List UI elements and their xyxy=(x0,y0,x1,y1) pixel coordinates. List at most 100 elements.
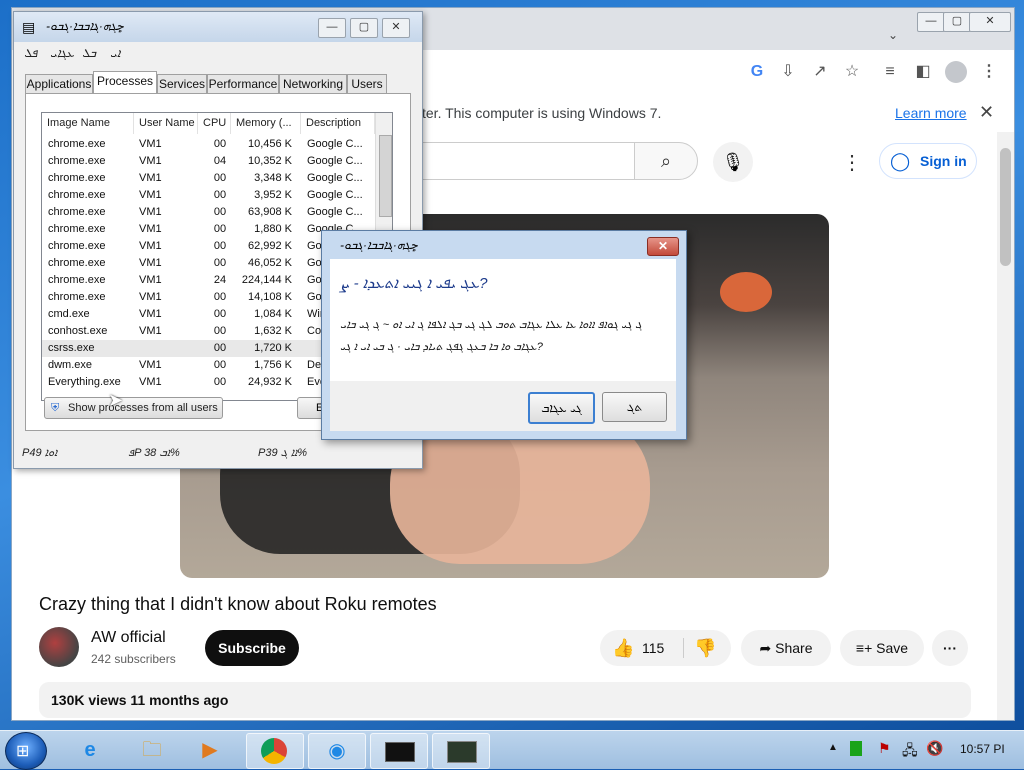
windows-logo-icon: ⊞ xyxy=(16,743,30,760)
tab-applications[interactable]: Applications xyxy=(25,74,93,94)
menu-help[interactable]: ܐܝ xyxy=(110,46,120,61)
start-button[interactable]: ⊞ xyxy=(5,732,47,770)
tab-search-icon[interactable]: ⌄ xyxy=(888,28,898,42)
google-icon[interactable]: G xyxy=(746,61,768,83)
voice-search-button[interactable]: 🎙 xyxy=(713,142,753,182)
cell-cpu: 00 xyxy=(213,257,227,269)
infobar-close-icon[interactable]: ✕ xyxy=(979,102,994,123)
taskbar-explorer-icon[interactable]: 🗀 xyxy=(124,733,180,767)
cell-image-name: chrome.exe xyxy=(48,257,106,269)
menu-file[interactable]: ܦܠ xyxy=(24,46,37,61)
col-user-name[interactable]: User Name xyxy=(134,113,198,134)
sign-in-button[interactable]: ◯ Sign in xyxy=(879,143,977,179)
process-row[interactable]: chrome.exe VM1 04 10,352 K Google C... xyxy=(42,153,375,170)
taskbar-media-player-icon[interactable]: ▶ xyxy=(182,733,238,767)
cell-user-name: VM1 xyxy=(139,274,162,286)
cell-image-name: chrome.exe xyxy=(48,138,106,150)
subscribe-button[interactable]: Subscribe xyxy=(205,630,299,666)
cell-cpu: 00 xyxy=(213,291,227,303)
show-all-processes-button[interactable]: ⛨ Show processes from all users xyxy=(44,397,223,419)
bookmark-star-icon[interactable]: ☆ xyxy=(841,61,863,83)
dialog-message-line2: ܥܓܐܒ ܘܐ ܒܐ ܒܥܓ ܓܦܓ ܬܝܐܕ ܒܐܝ · ܓ ܒܝ ܐܝ ܐ … xyxy=(340,341,543,353)
taskbar-edge-icon[interactable]: ◉ xyxy=(308,733,366,769)
channel-avatar[interactable] xyxy=(39,627,79,667)
menu-options[interactable]: ܥܓܐܝ xyxy=(50,46,74,61)
search-input[interactable] xyxy=(392,142,635,180)
settings-kebab-icon[interactable]: ⋮ xyxy=(842,150,862,175)
cell-user-name: VM1 xyxy=(139,359,162,371)
process-row[interactable]: chrome.exe VM1 00 63,908 K Google C... xyxy=(42,204,375,221)
tm-maximize-button[interactable]: ▢ xyxy=(350,18,378,38)
close-button[interactable]: ✕ xyxy=(969,12,1011,32)
taskbar-ie-icon[interactable]: e xyxy=(62,733,118,767)
col-memory[interactable]: Memory (... xyxy=(231,113,301,134)
infobar-text: ter. This computer is using Windows 7. xyxy=(422,105,662,121)
install-icon[interactable]: ⇩ xyxy=(777,61,799,83)
channel-name[interactable]: AW official xyxy=(91,629,166,647)
dialog-no-button[interactable]: ܬܓ xyxy=(602,392,667,422)
chrome-logo-icon xyxy=(261,738,287,764)
cell-cpu: 00 xyxy=(213,240,227,252)
taskbar-cmd-icon[interactable] xyxy=(370,733,428,769)
tray-expand-icon[interactable]: ▲ xyxy=(828,742,838,753)
share-icon[interactable]: ↗ xyxy=(809,61,831,83)
playlist-add-icon: ≡+ xyxy=(855,640,877,656)
page-scrollbar-thumb[interactable] xyxy=(1000,148,1011,266)
process-row[interactable]: chrome.exe VM1 00 10,456 K Google C... xyxy=(42,136,375,153)
taskbar-chrome-icon[interactable] xyxy=(246,733,304,769)
tray-clock[interactable]: 10:57 PI xyxy=(960,742,1005,756)
menu-view[interactable]: ܒܠ xyxy=(82,46,96,61)
tab-networking[interactable]: Networking xyxy=(279,74,347,94)
tray-battery-icon[interactable] xyxy=(850,741,862,756)
more-actions-button[interactable]: ··· xyxy=(932,630,968,666)
search-button[interactable]: ⌕ xyxy=(634,142,698,180)
minimize-button[interactable]: — xyxy=(917,12,945,32)
save-button[interactable]: ≡+ Save xyxy=(840,630,924,666)
cell-memory: 1,720 K xyxy=(254,342,292,354)
tab-services[interactable]: Services xyxy=(157,74,207,94)
tray-network-icon[interactable]: 🖧 xyxy=(902,740,918,764)
tab-processes[interactable]: Processes xyxy=(93,71,157,94)
process-scrollbar-thumb[interactable] xyxy=(379,135,392,217)
microphone-icon: 🎙 xyxy=(721,152,745,172)
col-image-name[interactable]: Image Name xyxy=(42,113,134,134)
menu-kebab-icon[interactable]: ⋮ xyxy=(978,61,1000,83)
dialog-body: ܥܓ ܝܦܝ ܐ ܓܝܝ ܐܬܥܕܐ - ܨ? ܓ ܓܝ ܓܘܐܦ ܐܐܘܐ ܥ… xyxy=(330,259,676,381)
thumbs-down-icon[interactable]: 👎 xyxy=(694,630,716,666)
tm-minimize-button[interactable]: — xyxy=(318,18,346,38)
tm-close-button[interactable]: ✕ xyxy=(382,18,410,38)
profile-avatar-icon[interactable] xyxy=(945,61,967,83)
dialog-close-button[interactable]: ✕ xyxy=(647,237,679,256)
tab-users[interactable]: Users xyxy=(347,74,387,94)
cell-memory: 224,144 K xyxy=(241,274,292,286)
cell-image-name: conhost.exe xyxy=(48,325,108,337)
taskbar-taskmgr-icon[interactable] xyxy=(432,733,490,769)
cell-memory: 1,880 K xyxy=(254,223,292,235)
col-description[interactable]: Description xyxy=(301,113,375,134)
cell-memory: 1,756 K xyxy=(254,359,292,371)
tray-volume-muted-icon[interactable]: 🔇 xyxy=(926,740,943,757)
views-date: 130K views 11 months ago xyxy=(51,692,229,708)
tab-performance[interactable]: Performance xyxy=(207,74,279,94)
cell-user-name: VM1 xyxy=(139,138,162,150)
like-count[interactable]: 115 xyxy=(642,630,664,666)
status-memory: Pܐܐ ܓ 39% xyxy=(258,447,307,459)
confirm-dialog: -ݮܓܗ·ܔܐܒܒܐ·ܓܒܘ ✕ ܥܓ ܝܦܝ ܐ ܓܝܝ ܐܬܥܕܐ - ܨ?… xyxy=(321,230,687,440)
tray-flag-icon[interactable]: ⚑ xyxy=(878,740,891,757)
dialog-yes-button[interactable]: ܓܝ ܥܓܐܒ xyxy=(528,392,595,424)
share-button[interactable]: ➦ Share xyxy=(741,630,831,666)
side-panel-icon[interactable]: ◧ xyxy=(912,61,934,83)
thumbs-up-icon[interactable]: 👍 xyxy=(612,630,634,666)
col-cpu[interactable]: CPU xyxy=(198,113,231,134)
learn-more-link[interactable]: Learn more xyxy=(895,105,967,121)
cell-description: Google C... xyxy=(307,206,363,218)
process-row[interactable]: chrome.exe VM1 00 3,348 K Google C... xyxy=(42,170,375,187)
reading-list-icon[interactable]: ≡ xyxy=(879,61,901,83)
process-row[interactable]: chrome.exe VM1 00 3,952 K Google C... xyxy=(42,187,375,204)
maximize-button[interactable]: ▢ xyxy=(943,12,971,32)
cell-user-name: VM1 xyxy=(139,155,162,167)
cell-image-name: chrome.exe xyxy=(48,240,106,252)
description-box[interactable]: 130K views 11 months ago xyxy=(39,682,971,718)
taskmgr-monitor-icon xyxy=(447,741,477,763)
show-all-label: Show processes from all users xyxy=(68,402,218,414)
